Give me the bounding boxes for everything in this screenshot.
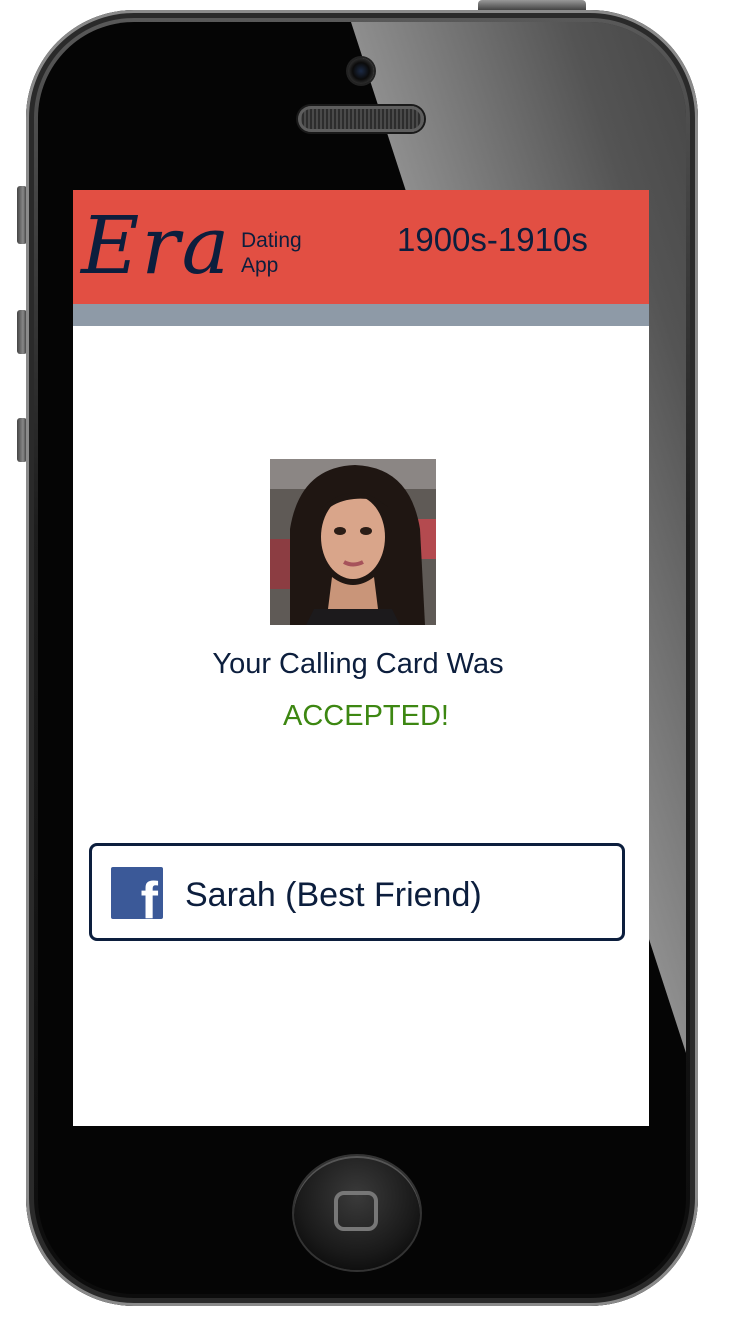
front-camera-icon <box>348 58 374 84</box>
friend-contact-button[interactable]: f Sarah (Best Friend) <box>89 843 625 941</box>
logo-subtitle-line-2: App <box>241 254 279 277</box>
app-screen: Era Dating App 1900s-1910s Your Calling … <box>73 190 649 1126</box>
facebook-icon: f <box>111 867 163 919</box>
home-square-icon <box>334 1191 378 1231</box>
app-logo-subtitle: Dating App <box>241 228 302 278</box>
profile-photo <box>270 459 436 625</box>
home-button[interactable] <box>294 1156 420 1270</box>
calling-card-status-text: Your Calling Card Was <box>212 648 504 680</box>
header-divider-strip <box>73 304 649 326</box>
era-range-label: 1900s-1910s <box>397 221 588 258</box>
calling-card-accepted-text: ACCEPTED! <box>283 700 449 732</box>
app-header: Era Dating App 1900s-1910s <box>73 190 649 304</box>
app-logo: Era <box>81 199 232 292</box>
phone-power-button <box>478 0 586 10</box>
logo-subtitle-line-1: Dating <box>241 229 302 252</box>
earpiece-speaker <box>298 106 424 132</box>
friend-contact-label: Sarah (Best Friend) <box>185 876 482 914</box>
profile-photo-illustration <box>270 459 436 625</box>
